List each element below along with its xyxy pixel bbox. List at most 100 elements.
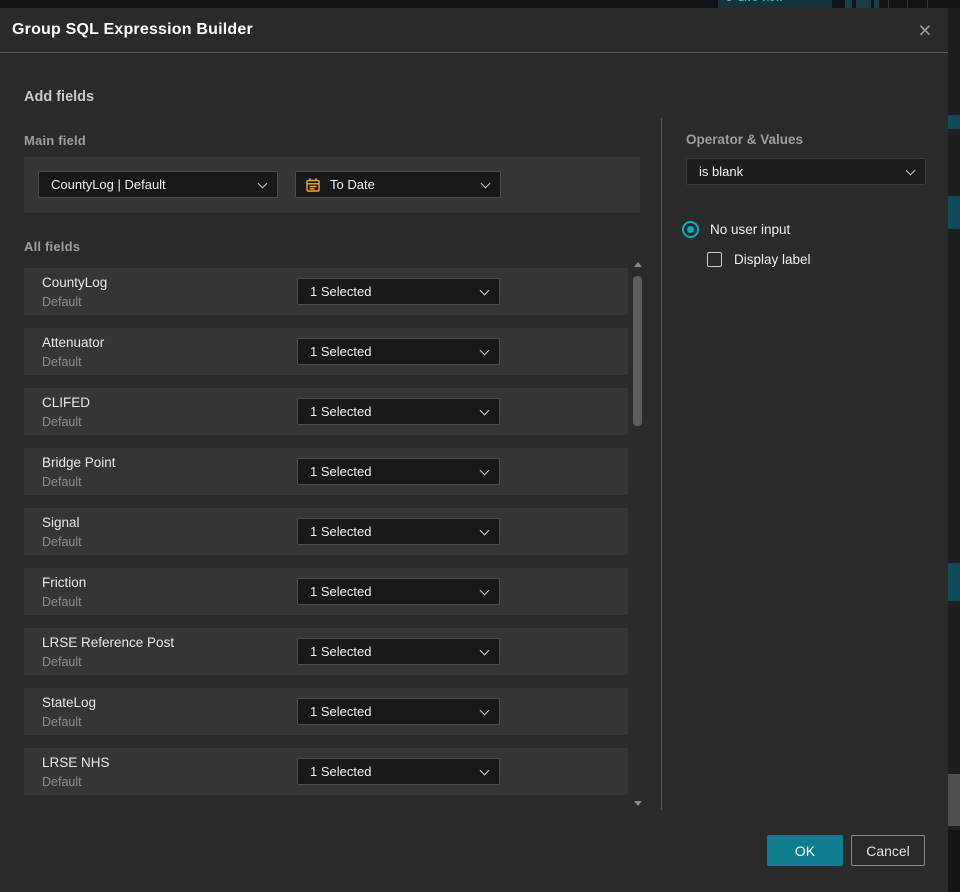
field-name: Attenuator xyxy=(42,335,105,350)
chevron-down-icon xyxy=(905,165,916,175)
calendar-icon xyxy=(306,178,320,192)
live-view-dot-icon xyxy=(726,0,732,1)
main-field-label: Main field xyxy=(24,133,86,148)
scrollbar-thumb[interactable] xyxy=(633,276,642,426)
field-name: Bridge Point xyxy=(42,455,116,470)
field-name: StateLog xyxy=(42,695,97,710)
field-selection-value: 1 Selected xyxy=(310,284,372,299)
background-fragment xyxy=(948,774,960,826)
field-selection-dropdown[interactable]: 1 Selected xyxy=(297,278,500,305)
main-field-select[interactable]: CountyLog | Default xyxy=(38,171,278,198)
chevron-down-icon xyxy=(479,465,490,475)
field-selection-value: 1 Selected xyxy=(310,764,372,779)
field-selection-dropdown[interactable]: 1 Selected xyxy=(297,698,500,725)
field-selection-value: 1 Selected xyxy=(310,644,372,659)
field-row: Friction Default 1 Selected xyxy=(24,568,628,615)
dialog-header: Group SQL Expression Builder × xyxy=(0,8,948,53)
field-row: Bridge Point Default 1 Selected xyxy=(24,448,628,495)
field-name: LRSE Reference Post xyxy=(42,635,175,650)
field-row: LRSE NHS Default 1 Selected xyxy=(24,748,628,795)
field-selection-value: 1 Selected xyxy=(310,524,372,539)
all-fields-label: All fields xyxy=(24,239,81,254)
dialog-group-sql-expression-builder: Group SQL Expression Builder × Add field… xyxy=(0,8,948,892)
field-selection-value: 1 Selected xyxy=(310,404,372,419)
main-field-select-value: CountyLog | Default xyxy=(51,177,166,192)
live-view-label: Live view xyxy=(738,0,783,4)
chevron-down-icon xyxy=(480,178,491,188)
field-selection-value: 1 Selected xyxy=(310,344,372,359)
field-sublabel: Default xyxy=(42,715,82,729)
all-fields-list: CountyLog Default 1 Selected Attenuator … xyxy=(24,268,628,808)
field-row: CountyLog Default 1 Selected xyxy=(24,268,628,315)
field-row: CLIFED Default 1 Selected xyxy=(24,388,628,435)
scroll-down-arrow-icon[interactable] xyxy=(634,801,642,806)
chevron-down-icon xyxy=(257,178,268,188)
main-date-select-value: To Date xyxy=(330,177,375,192)
field-selection-dropdown[interactable]: 1 Selected xyxy=(297,458,500,485)
checkbox-unchecked-icon xyxy=(707,252,722,267)
field-selection-value: 1 Selected xyxy=(310,584,372,599)
section-title-add-fields: Add fields xyxy=(24,89,95,105)
field-selection-dropdown[interactable]: 1 Selected xyxy=(297,638,500,665)
field-selection-dropdown[interactable]: 1 Selected xyxy=(297,398,500,425)
display-label-checkbox[interactable]: Display label xyxy=(707,252,811,267)
background-fragment xyxy=(948,563,960,601)
chevron-down-icon xyxy=(479,645,490,655)
chevron-down-icon xyxy=(479,585,490,595)
field-sublabel: Default xyxy=(42,655,82,669)
scroll-up-arrow-icon[interactable] xyxy=(634,262,642,267)
field-selection-dropdown[interactable]: 1 Selected xyxy=(297,338,500,365)
live-view-toggle: Live view xyxy=(718,0,832,8)
toolbar-separator xyxy=(888,0,889,8)
toolbar-separator xyxy=(927,0,928,8)
operator-select[interactable]: is blank xyxy=(686,158,926,185)
dialog-title: Group SQL Expression Builder xyxy=(12,21,253,38)
field-row: LRSE Reference Post Default 1 Selected xyxy=(24,628,628,675)
background-fragment xyxy=(948,196,960,229)
field-name: LRSE NHS xyxy=(42,755,110,770)
field-sublabel: Default xyxy=(42,595,82,609)
field-sublabel: Default xyxy=(42,535,82,549)
scrollbar[interactable] xyxy=(631,260,644,808)
field-selection-value: 1 Selected xyxy=(310,464,372,479)
main-field-row: CountyLog | Default To Date xyxy=(24,157,640,213)
background-fragment xyxy=(948,830,960,892)
panel-divider xyxy=(661,118,662,810)
field-name: CLIFED xyxy=(42,395,91,410)
close-icon[interactable]: × xyxy=(911,16,939,44)
no-user-input-label: No user input xyxy=(710,222,791,237)
background-app-edge xyxy=(948,8,960,892)
field-name: Signal xyxy=(42,515,80,530)
chevron-down-icon xyxy=(479,705,490,715)
field-selection-dropdown[interactable]: 1 Selected xyxy=(297,518,500,545)
field-selection-dropdown[interactable]: 1 Selected xyxy=(297,758,500,785)
field-selection-value: 1 Selected xyxy=(310,704,372,719)
background-app-topbar: Live view xyxy=(0,0,960,8)
field-sublabel: Default xyxy=(42,415,82,429)
radio-selected-icon xyxy=(682,221,699,238)
chevron-down-icon xyxy=(479,525,490,535)
field-sublabel: Default xyxy=(42,295,82,309)
field-sublabel: Default xyxy=(42,775,82,789)
field-sublabel: Default xyxy=(42,355,82,369)
field-row: Attenuator Default 1 Selected xyxy=(24,328,628,375)
operator-select-value: is blank xyxy=(699,164,744,179)
cancel-button[interactable]: Cancel xyxy=(851,835,925,866)
field-name: CountyLog xyxy=(42,275,108,290)
field-selection-dropdown[interactable]: 1 Selected xyxy=(297,578,500,605)
main-date-select[interactable]: To Date xyxy=(295,171,501,198)
no-user-input-radio[interactable]: No user input xyxy=(682,221,790,238)
display-label-text: Display label xyxy=(734,252,811,267)
field-name: Friction xyxy=(42,575,87,590)
screen: Live view Group SQL Expression Builder ×… xyxy=(0,0,960,892)
ok-button[interactable]: OK xyxy=(767,835,843,866)
toolbar-icon-fragment xyxy=(856,0,871,8)
toolbar-separator xyxy=(907,0,908,8)
chevron-down-icon xyxy=(479,285,490,295)
chevron-down-icon xyxy=(479,405,490,415)
toolbar-icon-fragment xyxy=(845,0,852,8)
toolbar-icon-fragment xyxy=(874,0,879,8)
operator-values-label: Operator & Values xyxy=(686,132,804,147)
field-row: Signal Default 1 Selected xyxy=(24,508,628,555)
background-fragment xyxy=(948,115,960,129)
